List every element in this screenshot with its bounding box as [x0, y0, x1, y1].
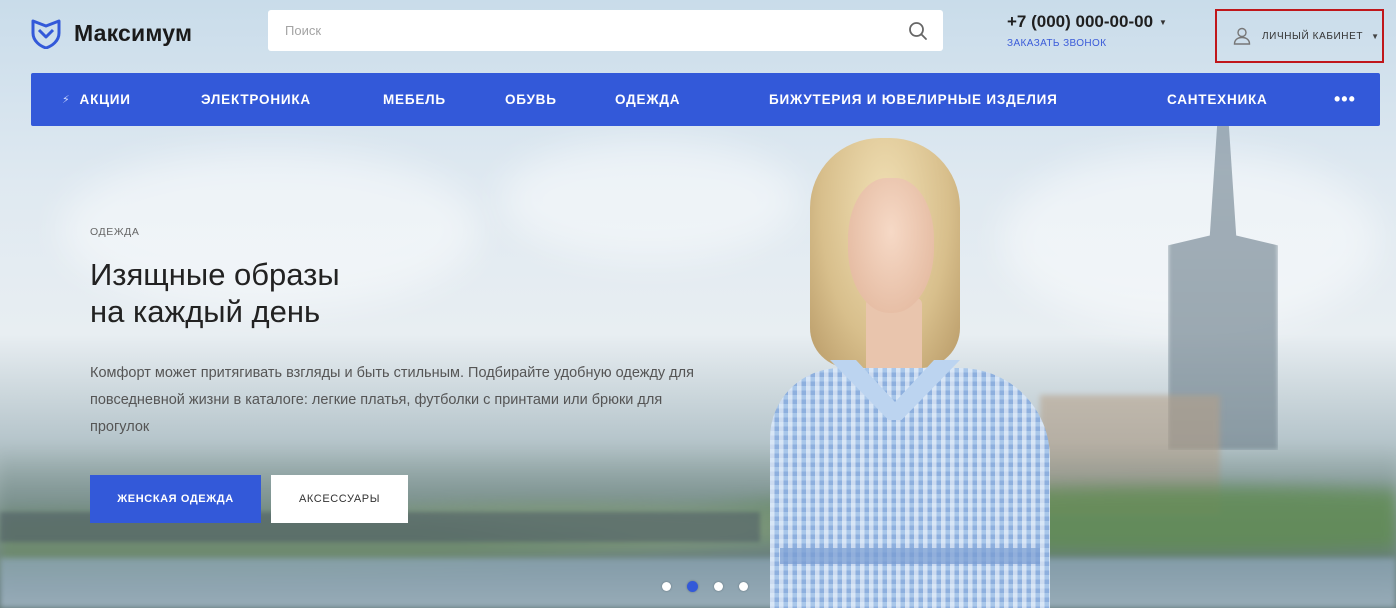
slider-dot-3[interactable]	[714, 582, 723, 591]
personal-cabinet-label: ЛИЧНЫЙ КАБИНЕТ	[1262, 30, 1364, 42]
nav-item-label: ОБУВЬ	[505, 92, 557, 107]
user-icon	[1233, 27, 1251, 45]
search-bar	[268, 10, 943, 51]
shield-logo-icon	[31, 19, 61, 49]
main-navigation: ⚡ АКЦИИ ЭЛЕКТРОНИКА МЕБЕЛЬ ОБУВЬ ОДЕЖДА …	[31, 73, 1380, 126]
slider-dot-2[interactable]	[687, 581, 698, 592]
nav-item-furniture[interactable]: МЕБЕЛЬ	[383, 73, 446, 126]
phone-dropdown[interactable]: +7 (000) 000-00-00 ▼	[1007, 12, 1167, 32]
nav-item-jewelry[interactable]: БИЖУТЕРИЯ И ЮВЕЛИРНЫЕ ИЗДЕЛИЯ	[769, 73, 1058, 126]
hero-model-image	[760, 138, 1060, 608]
slider-pagination	[662, 581, 764, 592]
nav-item-label: АКЦИИ	[79, 92, 131, 107]
nav-item-shoes[interactable]: ОБУВЬ	[505, 73, 557, 126]
site-logo[interactable]: Максимум	[30, 16, 192, 50]
personal-cabinet-button[interactable]: ЛИЧНЫЙ КАБИНЕТ ▼	[1215, 9, 1384, 63]
search-icon[interactable]	[908, 21, 928, 41]
nav-item-clothing[interactable]: ОДЕЖДА	[615, 73, 680, 126]
chevron-down-icon: ▼	[1371, 31, 1380, 41]
phone-block: +7 (000) 000-00-00 ▼ ЗАКАЗАТЬ ЗВОНОК	[1007, 12, 1167, 49]
search-input[interactable]	[268, 10, 908, 51]
womens-clothing-button[interactable]: ЖЕНСКАЯ ОДЕЖДА	[90, 475, 261, 523]
nav-item-label: ОДЕЖДА	[615, 92, 681, 107]
phone-number: +7 (000) 000-00-00	[1007, 12, 1154, 31]
more-menu-icon[interactable]: •••	[1334, 73, 1356, 126]
nav-item-electronics[interactable]: ЭЛЕКТРОНИКА	[201, 73, 311, 126]
hero-category: ОДЕЖДА	[90, 226, 140, 238]
nav-item-label: БИЖУТЕРИЯ И ЮВЕЛИРНЫЕ ИЗДЕЛИЯ	[769, 92, 1058, 107]
callback-link[interactable]: ЗАКАЗАТЬ ЗВОНОК	[1007, 38, 1167, 49]
hero-title: Изящные образы на каждый день	[90, 256, 700, 330]
nav-item-label: ЭЛЕКТРОНИКА	[201, 92, 311, 107]
nav-item-plumbing[interactable]: САНТЕХНИКА	[1167, 73, 1268, 126]
nav-item-label: САНТЕХНИКА	[1167, 92, 1268, 107]
hero-title-line1: Изящные образы	[90, 257, 340, 292]
slider-dot-1[interactable]	[662, 582, 671, 591]
nav-item-label: МЕБЕЛЬ	[383, 92, 446, 107]
logo-text: Максимум	[74, 19, 193, 46]
hero-title-line2: на каждый день	[90, 294, 321, 329]
hero-description: Комфорт может притягивать взгляды и быть…	[90, 365, 694, 435]
nav-item-promotions[interactable]: ⚡ АКЦИИ	[62, 73, 131, 126]
hero-content: ОДЕЖДА Изящные образы на каждый день Ком…	[90, 226, 700, 523]
accessories-button[interactable]: АКСЕССУАРЫ	[271, 475, 408, 523]
slider-dot-4[interactable]	[739, 582, 748, 591]
lightning-icon: ⚡	[62, 94, 71, 106]
chevron-down-icon: ▼	[1159, 17, 1167, 27]
hero-buttons: ЖЕНСКАЯ ОДЕЖДА АКСЕССУАРЫ	[90, 475, 700, 523]
